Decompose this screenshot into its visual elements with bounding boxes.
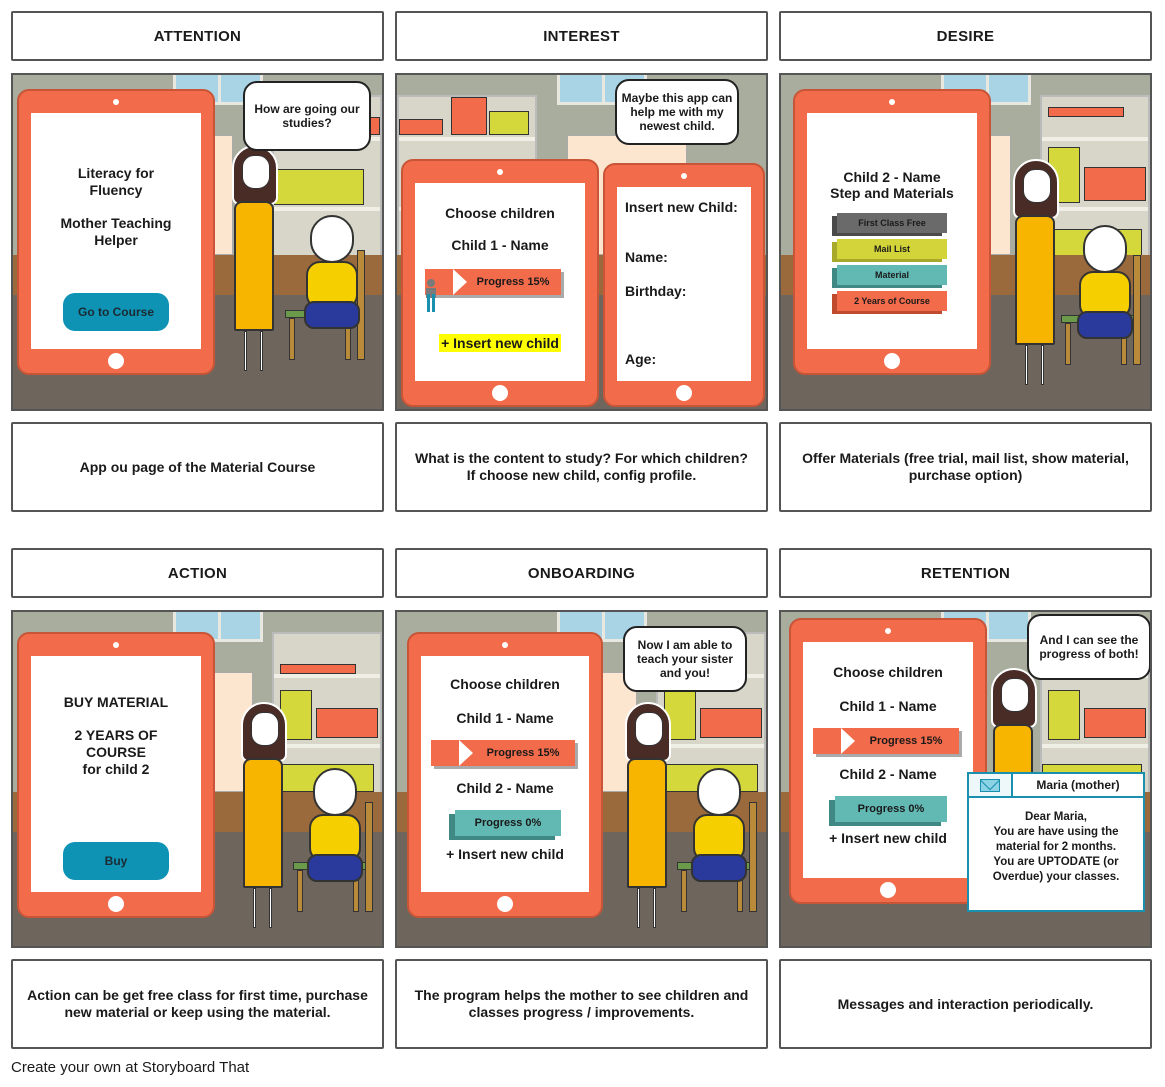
panel-desire: Child 2 - Name Step and Materials First … [779,73,1152,411]
mail-sender: Maria (mother) [1036,778,1120,792]
child2-title: Child 2 - Name [843,169,941,185]
insert-new-child-link[interactable]: + Insert new child [439,334,561,352]
name-field-label[interactable]: Name: [625,249,751,265]
child1-progress-bar[interactable]: Progress 15% [431,740,575,766]
child1-progress-label: Progress 15% [869,735,943,747]
caption-retention: Messages and interaction periodically. [779,959,1152,1049]
tablet-camera [113,642,119,648]
caption-desire: Offer Materials (free trial, mail list, … [779,422,1152,512]
course-subtitle-line1: Mother Teaching [60,215,172,231]
tablet: Child 2 - Name Step and Materials First … [793,89,991,375]
tablet-screen: Child 2 - Name Step and Materials First … [807,113,977,349]
speech-bubble: How are going our studies? [243,81,371,151]
tablet-home-button [492,385,508,401]
child2-label[interactable]: Child 2 - Name [803,766,973,782]
tablet: Choose children Child 1 - Name Progress … [407,632,603,918]
course-desc-line2: COURSE [86,744,146,760]
child1-progress-bar[interactable]: Progress 15% [425,269,561,295]
child2-progress-bar[interactable]: Progress 0% [835,796,947,822]
tablet-home-button [108,353,124,369]
child2-progress-bar[interactable]: Progress 0% [455,810,561,836]
tablet-camera [889,99,895,105]
tablet: BUY MATERIAL 2 YEARS OF COURSE for child… [17,632,215,918]
tablet-camera [502,642,508,648]
child1-label[interactable]: Child 1 - Name [803,698,973,714]
go-to-course-button[interactable]: Go to Course [63,293,169,331]
header-onboarding: ONBOARDING [395,548,768,598]
tablet-home-button [884,353,900,369]
caption-attention: App ou page of the Material Course [11,422,384,512]
course-title-line2: Fluency [89,182,143,198]
mail-line-status: You are UPTODATE (or Overdue) your class… [992,856,1120,883]
footer-credit[interactable]: Create your own at Storyboard That [11,1059,249,1076]
choose-children-title: Choose children [445,205,555,221]
panel-onboarding: Now I am able to teach your sister and y… [395,610,768,948]
panel-retention: And I can see the progress of both! Choo… [779,610,1152,948]
tablet-camera [681,173,687,179]
course-subtitle-line2: Helper [94,232,138,248]
panel-attention: How are going our studies? Literacy for … [11,73,384,411]
mail-list-button[interactable]: Mail List [837,239,947,259]
person-icon [425,279,436,312]
step-materials-subtitle: Step and Materials [830,185,954,201]
tablet-insert-child: Insert new Child: Name: Birthday: Age: [603,163,765,407]
material-button[interactable]: Material [837,265,947,285]
tablet-camera [885,628,891,634]
course-desc-line3: for child 2 [82,761,150,777]
child2-label[interactable]: Child 2 - Name [421,780,589,796]
buy-material-title: BUY MATERIAL [63,694,169,710]
tablet-home-button [497,896,513,912]
birthday-field-label[interactable]: Birthday: [625,283,751,299]
tablet-home-button [108,896,124,912]
header-desire: DESIRE [779,11,1152,61]
tablet-screen: Choose children Child 1 - Name Progress … [415,183,585,381]
panel-action: BUY MATERIAL 2 YEARS OF COURSE for child… [11,610,384,948]
child1-label[interactable]: Child 1 - Name [415,237,585,253]
age-field-label[interactable]: Age: [625,351,751,367]
buy-button[interactable]: Buy [63,842,169,880]
course-desc-line1: 2 YEARS OF [74,727,158,743]
tablet-choose-children: Choose children Child 1 - Name Progress … [401,159,599,407]
header-attention: ATTENTION [11,11,384,61]
tablet-screen: Choose children Child 1 - Name Progress … [803,642,973,878]
insert-new-child-link[interactable]: + Insert new child [803,830,973,846]
mail-greeting: Dear Maria, [1024,811,1087,823]
tablet-screen: Choose children Child 1 - Name Progress … [421,656,589,892]
tablet-home-button [880,882,896,898]
tablet-camera [497,169,503,175]
insert-new-child-link[interactable]: + Insert new child [421,846,589,862]
child1-progress-label: Progress 15% [486,747,560,759]
course-title-line1: Literacy for [77,165,155,181]
mail-message-card[interactable]: Maria (mother) Dear Maria, You are have … [967,772,1145,912]
tablet-screen: BUY MATERIAL 2 YEARS OF COURSE for child… [31,656,201,892]
caption-onboarding: The program helps the mother to see chil… [395,959,768,1049]
two-years-course-button[interactable]: 2 Years of Course [837,291,947,311]
header-interest: INTEREST [395,11,768,61]
header-retention: RETENTION [779,548,1152,598]
child1-progress-label: Progress 15% [476,276,550,288]
tablet: Literacy for Fluency Mother Teaching Hel… [17,89,215,375]
caption-action: Action can be get free class for first t… [11,959,384,1049]
tablet-home-button [676,385,692,401]
tablet-camera [113,99,119,105]
envelope-icon [980,778,1000,792]
child1-progress-bar[interactable]: Progress 15% [813,728,959,754]
header-action: ACTION [11,548,384,598]
speech-bubble: Maybe this app can help me with my newes… [615,79,739,145]
child1-label[interactable]: Child 1 - Name [421,710,589,726]
tablet-screen: Insert new Child: Name: Birthday: Age: [617,187,751,381]
choose-children-title: Choose children [450,676,560,692]
first-class-free-button[interactable]: First Class Free [837,213,947,233]
choose-children-title: Choose children [833,664,943,680]
speech-bubble: Now I am able to teach your sister and y… [623,626,747,692]
speech-bubble: And I can see the progress of both! [1027,614,1150,680]
insert-child-title: Insert new Child: [625,199,738,215]
tablet: Choose children Child 1 - Name Progress … [789,618,987,904]
mail-line-usage: You are have using the material for 2 mo… [993,826,1119,853]
caption-interest: What is the content to study? For which … [395,422,768,512]
tablet-screen: Literacy for Fluency Mother Teaching Hel… [31,113,201,349]
panel-interest: Maybe this app can help me with my newes… [395,73,768,411]
